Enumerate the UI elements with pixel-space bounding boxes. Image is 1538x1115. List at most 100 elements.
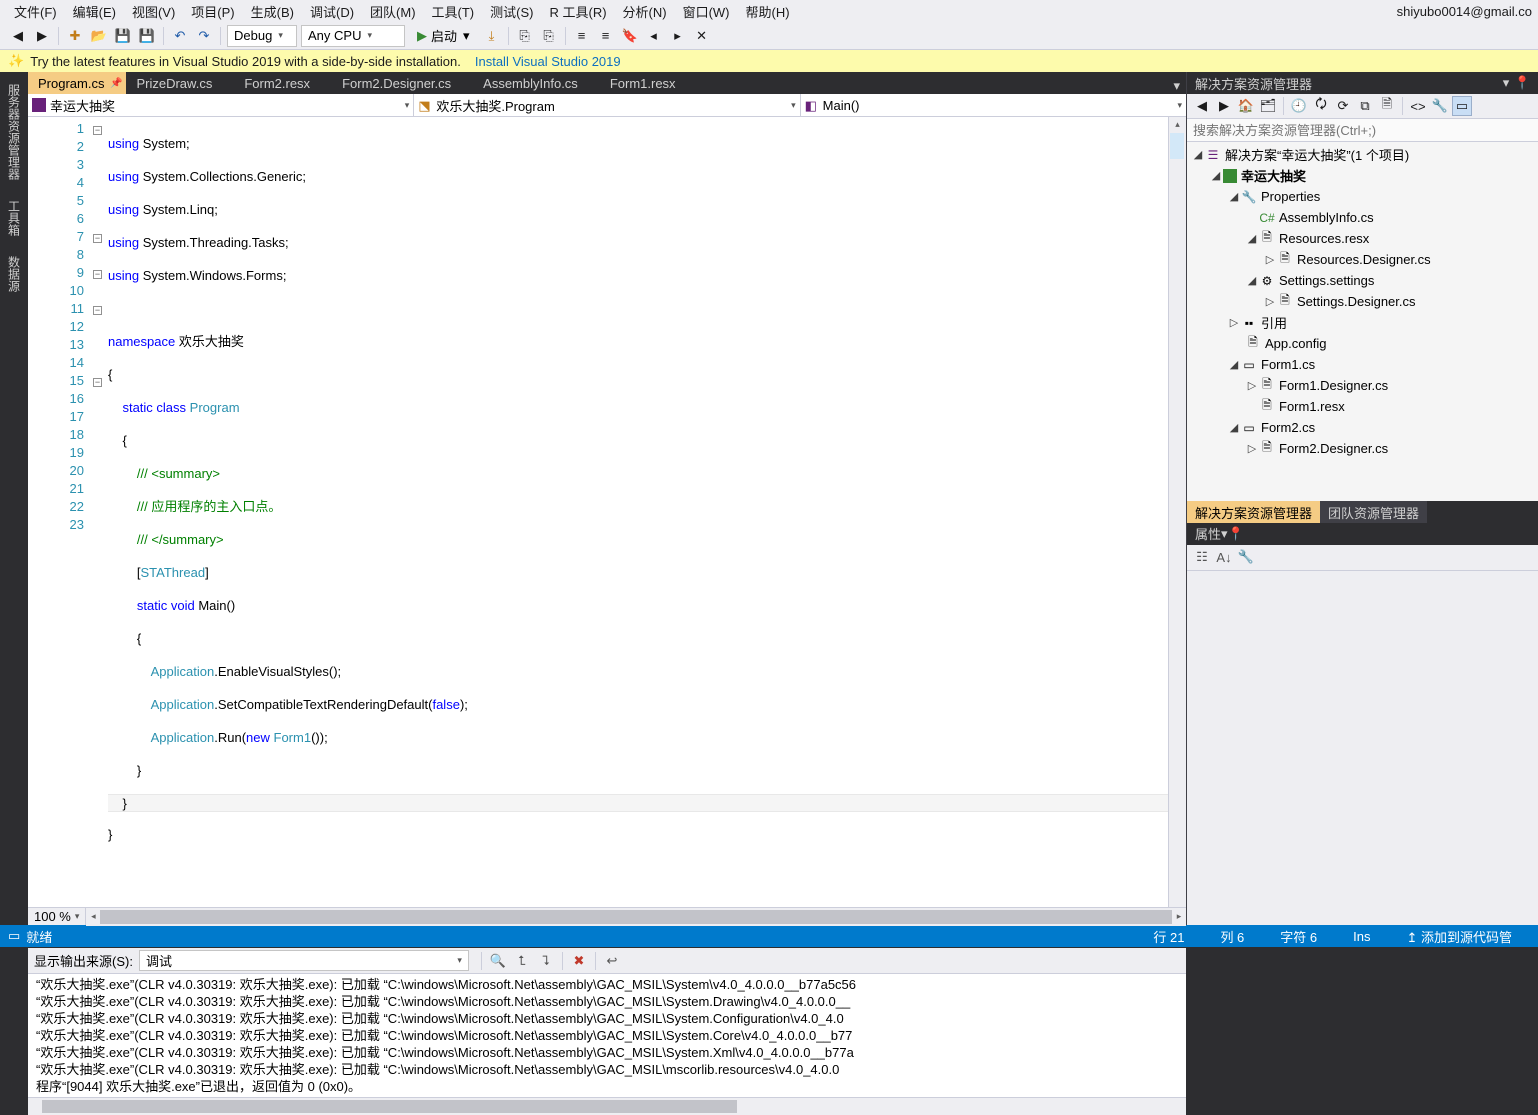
appconfig-node[interactable]: 🗎App.config [1187,333,1538,354]
form1-designer-node[interactable]: ▷🗎Form1.Designer.cs [1187,375,1538,396]
fold-toggle[interactable]: − [93,378,102,387]
solution-search[interactable] [1187,119,1538,142]
tab-assemblyinfo-cs[interactable]: AssemblyInfo.cs [473,72,600,94]
categorized-button[interactable]: ☷ [1191,546,1213,568]
forward-button[interactable]: ▶ [1214,96,1234,116]
form2-node[interactable]: ◢▭Form2.cs [1187,417,1538,438]
menu-test[interactable]: 测试(S) [482,0,541,23]
preview-selected-button[interactable]: ▭ [1452,96,1472,116]
tab-program-cs[interactable]: Program.cs📌 [28,72,126,94]
property-pages-button[interactable]: 🔧 [1235,546,1257,568]
menu-team[interactable]: 团队(M) [362,0,424,23]
tab-overflow-button[interactable]: ▾ [1167,78,1186,94]
output-prev-button[interactable]: ⮤ [511,950,533,972]
solution-window-menu-button[interactable]: ▾ [1498,75,1514,91]
undo-button[interactable]: ↶ [170,26,190,46]
output-horizontal-scrollbar[interactable] [28,1097,1186,1115]
menu-project[interactable]: 项目(P) [183,0,242,23]
save-all-button[interactable]: 💾 [137,26,157,46]
output-text[interactable]: “欢乐大抽奖.exe”(CLR v4.0.30319: 欢乐大抽奖.exe): … [28,974,1186,1097]
fold-toggle[interactable]: − [93,234,102,243]
step-button[interactable]: ⤓ [482,26,502,46]
new-project-button[interactable]: ✚ [65,26,85,46]
nav-class-combo[interactable]: ⬔欢乐大抽奖.Program▾ [414,94,800,116]
platform-combo[interactable]: Any CPU▾ [301,25,405,47]
toolbox-tab[interactable]: 工具箱 [6,192,23,244]
configuration-combo[interactable]: Debug▾ [227,25,297,47]
solution-explorer-title[interactable]: 解决方案资源管理器 ▾ 📍 [1187,72,1538,94]
refresh-button[interactable]: ⟳ [1333,96,1353,116]
properties-button[interactable]: 🔧 [1430,96,1450,116]
nav-back-button[interactable]: ◀ [8,26,28,46]
scoped-view-button[interactable]: 🗂 [1258,96,1278,116]
code-text[interactable]: using System; using System.Collections.G… [108,117,1168,907]
start-debugging-button[interactable]: ▶启动▾ [409,25,478,47]
solution-root-node[interactable]: ◢☰解决方案“幸运大抽奖”(1 个项目) [1187,144,1538,165]
install-vs2019-link[interactable]: Install Visual Studio 2019 [475,54,621,69]
resources-node[interactable]: ◢🗎Resources.resx [1187,228,1538,249]
data-sources-tab[interactable]: 数据源 [6,248,23,300]
menu-rtools[interactable]: R 工具(R) [541,0,614,23]
solution-explorer-tab[interactable]: 解决方案资源管理器 [1187,501,1320,523]
menu-analyze[interactable]: 分析(N) [615,0,675,23]
pending-changes-filter-button[interactable]: 🕘 [1289,96,1309,116]
form2-designer-node[interactable]: ▷🗎Form2.Designer.cs [1187,438,1538,459]
home-button[interactable]: 🏠 [1236,96,1256,116]
resources-designer-node[interactable]: ▷🗎Resources.Designer.cs [1187,249,1538,270]
menu-view[interactable]: 视图(V) [124,0,183,23]
save-button[interactable]: 💾 [113,26,133,46]
back-button[interactable]: ◀ [1192,96,1212,116]
output-next-button[interactable]: ⮧ [535,950,557,972]
properties-node[interactable]: ◢🔧Properties [1187,186,1538,207]
uncomment-button[interactable]: ⎘ [539,26,559,46]
pin-icon[interactable]: 📌 [110,78,122,89]
indent-less-button[interactable]: ≡ [572,26,592,46]
add-to-source-control[interactable]: ↥ 添加到源代码管 [1406,927,1512,946]
fold-toggle[interactable]: − [93,270,102,279]
form1-node[interactable]: ◢▭Form1.cs [1187,354,1538,375]
view-code-button[interactable]: <> [1408,96,1428,116]
open-file-button[interactable]: 📂 [89,26,109,46]
menu-build[interactable]: 生成(B) [243,0,302,23]
menu-file[interactable]: 文件(F) [6,0,65,23]
output-source-combo[interactable]: 调试▾ [139,950,469,971]
properties-grid[interactable] [1187,571,1538,926]
solution-tree[interactable]: ◢☰解决方案“幸运大抽奖”(1 个项目) ◢幸运大抽奖 ◢🔧Properties… [1187,142,1538,501]
fold-toggle[interactable]: − [93,306,102,315]
bookmark-next-button[interactable]: ▸ [668,26,688,46]
references-node[interactable]: ▷▪▪引用 [1187,312,1538,333]
menu-edit[interactable]: 编辑(E) [65,0,124,23]
assemblyinfo-node[interactable]: C#AssemblyInfo.cs [1187,207,1538,228]
solution-search-input[interactable] [1187,119,1538,141]
menu-debug[interactable]: 调试(D) [302,0,362,23]
editor-vertical-scrollbar[interactable]: ▴ [1168,117,1186,907]
signed-in-user[interactable]: shiyubo0014@gmail.co [1397,4,1532,19]
alphabetical-button[interactable]: A↓ [1213,546,1235,568]
bookmark-clear-button[interactable]: ✕ [692,26,712,46]
properties-pin-button[interactable]: 📍 [1228,526,1244,542]
form1-resx-node[interactable]: 🗎Form1.resx [1187,396,1538,417]
comment-out-button[interactable]: ⎘ [515,26,535,46]
solution-pin-button[interactable]: 📍 [1514,75,1530,91]
output-find-button[interactable]: 🔍 [487,950,509,972]
server-explorer-tab[interactable]: 服务器资源管理器 [6,76,23,188]
collapse-all-button[interactable]: ⧉ [1355,96,1375,116]
properties-title[interactable]: 属性▾📍 [1187,523,1538,545]
settings-designer-node[interactable]: ▷🗎Settings.Designer.cs [1187,291,1538,312]
menu-window[interactable]: 窗口(W) [675,0,738,23]
zoom-combo[interactable]: 100 %▾ [28,908,86,925]
menu-help[interactable]: 帮助(H) [738,0,798,23]
tab-form1-resx[interactable]: Form1.resx [600,72,698,94]
nav-member-combo[interactable]: ◧Main()▾ [801,94,1186,116]
tab-form2-resx[interactable]: Form2.resx [234,72,332,94]
tab-form2-designer-cs[interactable]: Form2.Designer.cs [332,72,473,94]
tab-prizedraw-cs[interactable]: PrizeDraw.cs [126,72,234,94]
team-explorer-tab[interactable]: 团队资源管理器 [1320,501,1427,523]
output-clear-button[interactable]: ✖ [568,950,590,972]
show-all-files-button[interactable]: 🗎 [1377,96,1397,116]
menu-tools[interactable]: 工具(T) [424,0,483,23]
fold-toggle[interactable]: − [93,126,102,135]
settings-node[interactable]: ◢⚙Settings.settings [1187,270,1538,291]
output-wrap-button[interactable]: ↩ [601,950,623,972]
nav-project-combo[interactable]: 幸运大抽奖▾ [28,94,414,116]
